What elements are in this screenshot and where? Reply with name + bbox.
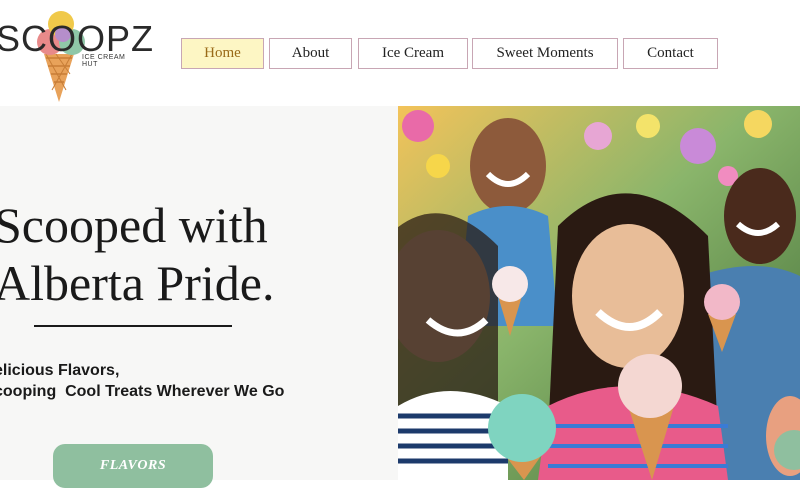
nav-about[interactable]: About [269,38,352,69]
hero-divider [34,325,232,327]
logo-tagline: ICE CREAM HUT [82,54,126,68]
hero-tagline-line-2: cooping Cool Treats Wherever We Go [0,383,285,400]
hero-photo [398,106,800,480]
friends-eating-ice-cream-image [398,106,800,480]
site-logo[interactable]: SCOOPZ ICE CREAM HUT [0,4,153,104]
nav-home[interactable]: Home [181,38,264,69]
hero-title: Scooped with Alberta Pride. [0,196,394,312]
hero-title-line-1: Scooped with [0,197,268,253]
flavors-button[interactable]: FLAVORS [53,444,213,488]
nav-contact[interactable]: Contact [623,38,718,69]
site-header: SCOOPZ ICE CREAM HUT Home About Ice Crea… [0,0,800,106]
hero-title-line-2: Alberta Pride. [0,255,275,311]
hero-tagline-line-1: elicious Flavors, [0,362,120,379]
nav-sweet-moments[interactable]: Sweet Moments [472,38,618,69]
nav-ice-cream[interactable]: Ice Cream [358,38,468,69]
